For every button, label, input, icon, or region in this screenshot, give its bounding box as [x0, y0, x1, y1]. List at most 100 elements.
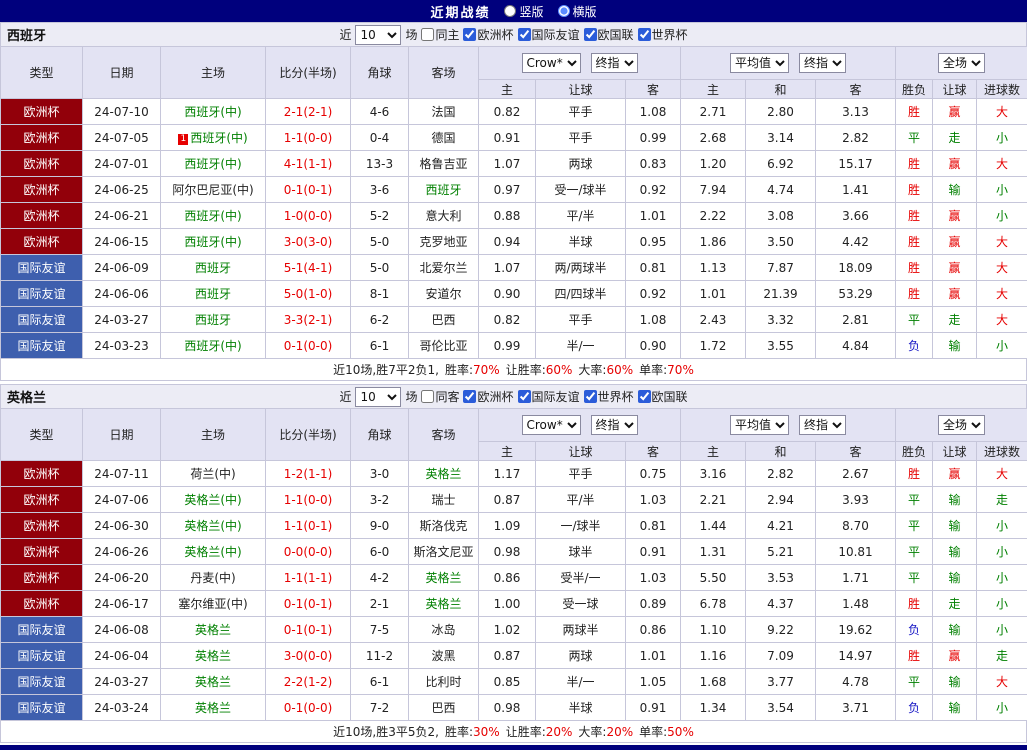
home-team-cell[interactable]: 西班牙(中) — [161, 203, 266, 229]
home-team-cell[interactable]: 西班牙 — [161, 307, 266, 333]
home-team-cell[interactable]: 英格兰(中) — [161, 487, 266, 513]
away-team-cell[interactable]: 冰岛 — [409, 617, 479, 643]
home-team-cell[interactable]: 西班牙(中) — [161, 229, 266, 255]
away-team-cell[interactable]: 斯洛文尼亚 — [409, 539, 479, 565]
league-filter-friendly[interactable]: 国际友谊 — [518, 388, 580, 405]
away-team-cell[interactable]: 英格兰 — [409, 461, 479, 487]
away-team-cell[interactable]: 西班牙 — [409, 177, 479, 203]
same-home-checkbox[interactable] — [421, 28, 434, 41]
euro-checkbox[interactable] — [463, 390, 476, 403]
away-team-cell[interactable]: 巴西 — [409, 307, 479, 333]
score-cell[interactable]: 2-2(1-2) — [266, 669, 351, 695]
nations-checkbox[interactable] — [584, 28, 597, 41]
score-cell[interactable]: 0-1(0-1) — [266, 591, 351, 617]
same-home-filter[interactable]: 同主 — [421, 26, 459, 43]
horizontal-radio[interactable] — [558, 5, 570, 17]
score-cell[interactable]: 4-1(1-1) — [266, 151, 351, 177]
handicap-odds-away-cell: 0.92 — [626, 281, 681, 307]
score-cell[interactable]: 5-1(4-1) — [266, 255, 351, 281]
away-team-cell[interactable]: 英格兰 — [409, 565, 479, 591]
same-away-filter[interactable]: 同客 — [421, 388, 459, 405]
final-index-select-2[interactable]: 终指 — [799, 53, 846, 73]
average-select[interactable]: 平均值 — [730, 53, 789, 73]
friendly-checkbox[interactable] — [518, 390, 531, 403]
euro-checkbox[interactable] — [463, 28, 476, 41]
score-cell[interactable]: 3-3(2-1) — [266, 307, 351, 333]
odds-source-select[interactable]: Crow* — [522, 53, 581, 73]
league-filter-nations[interactable]: 欧国联 — [638, 388, 688, 405]
worldcup-checkbox[interactable] — [638, 28, 651, 41]
away-team-cell[interactable]: 巴西 — [409, 695, 479, 721]
score-cell[interactable]: 0-1(0-1) — [266, 617, 351, 643]
home-team-cell[interactable]: 西班牙(中) — [161, 151, 266, 177]
home-team-cell[interactable]: 西班牙(中) — [161, 99, 266, 125]
nations-checkbox[interactable] — [638, 390, 651, 403]
home-team-cell[interactable]: 英格兰(中) — [161, 539, 266, 565]
away-team-cell[interactable]: 意大利 — [409, 203, 479, 229]
away-team-cell[interactable]: 哥伦比亚 — [409, 333, 479, 359]
home-team-cell[interactable]: 西班牙 — [161, 281, 266, 307]
away-team-cell[interactable]: 波黑 — [409, 643, 479, 669]
full-match-select[interactable]: 全场 — [938, 415, 985, 435]
avg-draw-odds-cell: 3.77 — [746, 669, 816, 695]
score-cell[interactable]: 2-1(2-1) — [266, 99, 351, 125]
league-filter-worldcup[interactable]: 世界杯 — [638, 26, 688, 43]
home-team-cell[interactable]: 西班牙(中) — [161, 333, 266, 359]
match-count-select[interactable]: 10 — [355, 25, 401, 45]
score-cell[interactable]: 1-0(0-0) — [266, 203, 351, 229]
home-team-cell[interactable]: 丹麦(中) — [161, 565, 266, 591]
score-cell[interactable]: 3-0(0-0) — [266, 643, 351, 669]
match-count-select[interactable]: 10 — [355, 387, 401, 407]
home-team-cell[interactable]: 西班牙 — [161, 255, 266, 281]
away-team-cell[interactable]: 比利时 — [409, 669, 479, 695]
score-cell[interactable]: 1-1(0-0) — [266, 125, 351, 151]
home-team-cell[interactable]: 荷兰(中) — [161, 461, 266, 487]
score-cell[interactable]: 5-0(1-0) — [266, 281, 351, 307]
handicap-odds-home-cell: 0.87 — [479, 643, 536, 669]
home-team-cell[interactable]: 阿尔巴尼亚(中) — [161, 177, 266, 203]
league-filter-euro[interactable]: 欧洲杯 — [463, 388, 513, 405]
average-select[interactable]: 平均值 — [730, 415, 789, 435]
score-cell[interactable]: 1-1(0-1) — [266, 513, 351, 539]
score-cell[interactable]: 1-1(1-1) — [266, 565, 351, 591]
worldcup-checkbox[interactable] — [584, 390, 597, 403]
layout-vertical-option[interactable]: 竖版 — [504, 3, 543, 20]
score-cell[interactable]: 0-1(0-0) — [266, 333, 351, 359]
layout-horizontal-option[interactable]: 横版 — [558, 3, 597, 20]
score-cell[interactable]: 1-2(1-1) — [266, 461, 351, 487]
away-team-cell[interactable]: 克罗地亚 — [409, 229, 479, 255]
league-filter-nations[interactable]: 欧国联 — [584, 26, 634, 43]
home-team-cell[interactable]: 英格兰(中) — [161, 513, 266, 539]
score-cell[interactable]: 1-1(0-0) — [266, 487, 351, 513]
friendly-checkbox[interactable] — [518, 28, 531, 41]
same-away-checkbox[interactable] — [421, 390, 434, 403]
vertical-radio[interactable] — [504, 5, 516, 17]
home-team-cell[interactable]: 1西班牙(中) — [161, 125, 266, 151]
away-team-cell[interactable]: 格鲁吉亚 — [409, 151, 479, 177]
score-cell[interactable]: 3-0(3-0) — [266, 229, 351, 255]
final-index-select[interactable]: 终指 — [591, 53, 638, 73]
league-filter-friendly[interactable]: 国际友谊 — [518, 26, 580, 43]
odds-source-select[interactable]: Crow* — [522, 415, 581, 435]
score-cell[interactable]: 0-1(0-0) — [266, 695, 351, 721]
final-index-select-2[interactable]: 终指 — [799, 415, 846, 435]
home-team-cell[interactable]: 英格兰 — [161, 695, 266, 721]
score-cell[interactable]: 0-0(0-0) — [266, 539, 351, 565]
score-cell[interactable]: 0-1(0-1) — [266, 177, 351, 203]
away-team-cell[interactable]: 北爱尔兰 — [409, 255, 479, 281]
away-team-cell[interactable]: 德国 — [409, 125, 479, 151]
away-team-cell[interactable]: 斯洛伐克 — [409, 513, 479, 539]
home-team-cell[interactable]: 英格兰 — [161, 643, 266, 669]
away-team-cell[interactable]: 瑞士 — [409, 487, 479, 513]
final-index-select[interactable]: 终指 — [591, 415, 638, 435]
home-team-cell[interactable]: 英格兰 — [161, 669, 266, 695]
away-team-cell[interactable]: 英格兰 — [409, 591, 479, 617]
home-team-cell[interactable]: 英格兰 — [161, 617, 266, 643]
home-team-cell[interactable]: 塞尔维亚(中) — [161, 591, 266, 617]
league-filter-euro[interactable]: 欧洲杯 — [463, 26, 513, 43]
away-team-cell[interactable]: 法国 — [409, 99, 479, 125]
match-row: 欧洲杯 24-06-20 丹麦(中) 1-1(1-1) 4-2 英格兰 0.86… — [1, 565, 1027, 591]
league-filter-worldcup[interactable]: 世界杯 — [584, 388, 634, 405]
full-match-select[interactable]: 全场 — [938, 53, 985, 73]
away-team-cell[interactable]: 安道尔 — [409, 281, 479, 307]
